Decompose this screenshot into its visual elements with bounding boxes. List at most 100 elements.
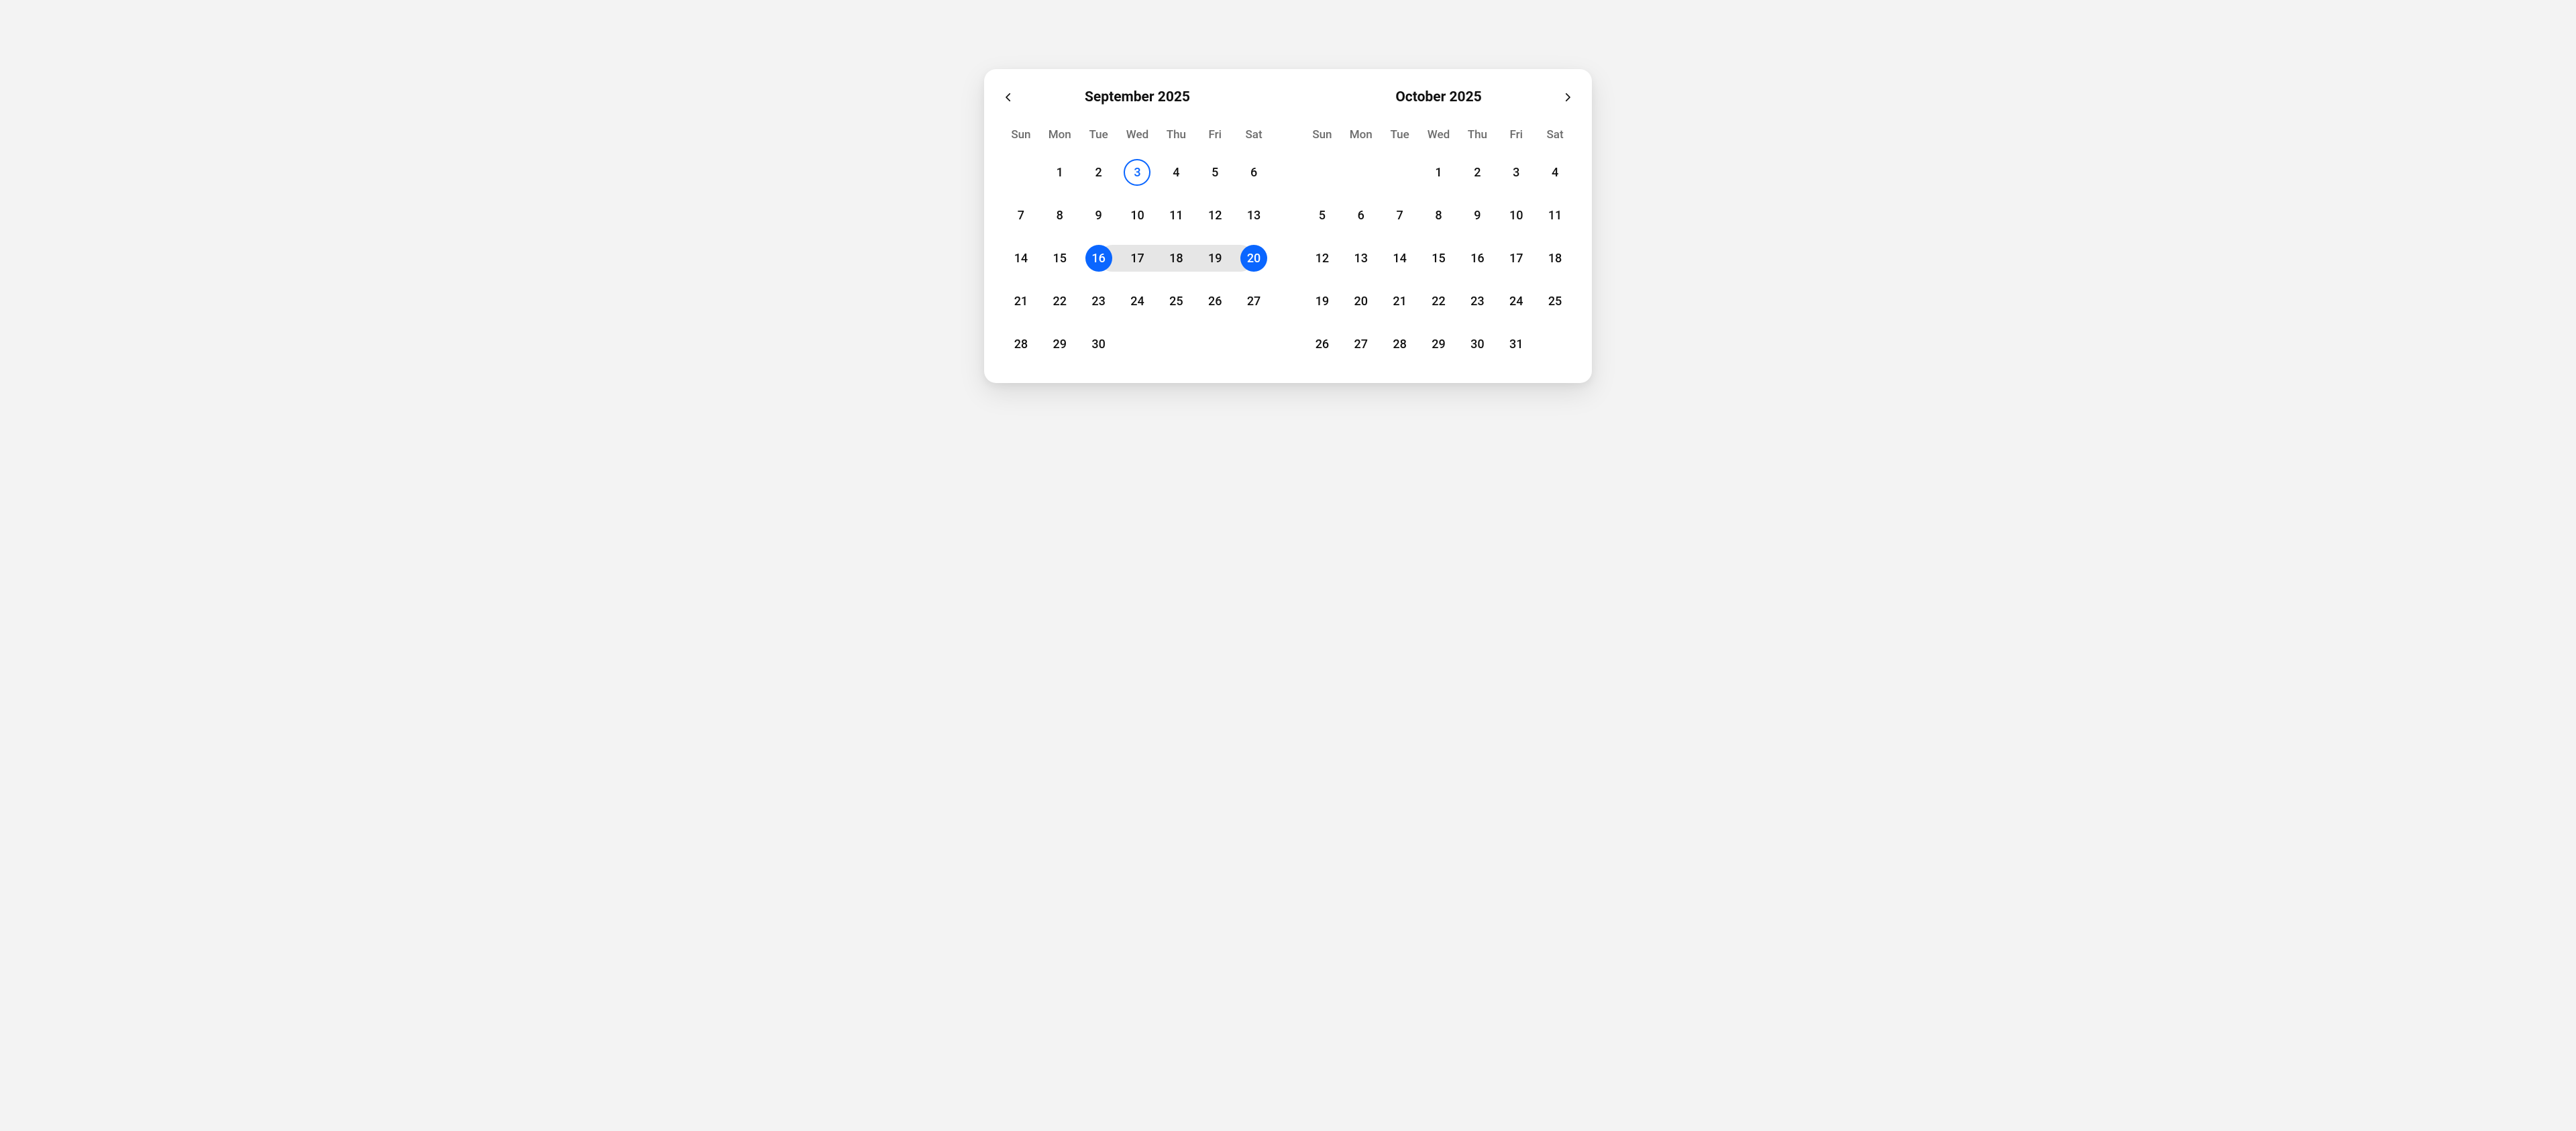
prev-month-button[interactable] <box>998 87 1019 108</box>
calendar-day-1[interactable]: 1 <box>1040 151 1079 194</box>
calendar-day-19[interactable]: 19 <box>1195 237 1234 280</box>
calendar-day-23[interactable]: 23 <box>1458 280 1497 323</box>
calendar-day-27[interactable]: 27 <box>1234 280 1273 323</box>
calendar-day-label: 25 <box>1163 288 1189 315</box>
calendar-day-label: 15 <box>1046 245 1073 272</box>
calendar-day-6[interactable]: 6 <box>1342 194 1381 237</box>
calendar-day-label: 28 <box>1387 331 1413 358</box>
calendar-day-10[interactable]: 10 <box>1497 194 1536 237</box>
calendar-week-row: 1213141516 17 18 <box>1303 237 1574 280</box>
calendar-day-label: 3 <box>1503 159 1529 186</box>
calendar-day-label: 3 <box>1124 159 1150 186</box>
calendar-day-3[interactable]: 3 <box>1497 151 1536 194</box>
calendar-day-7[interactable]: 7 <box>1381 194 1419 237</box>
calendar-day-29[interactable]: 29 <box>1419 323 1458 366</box>
calendar-day-9[interactable]: 9 <box>1079 194 1118 237</box>
calendar-day-17[interactable]: 17 <box>1497 237 1536 280</box>
calendar-day-1[interactable]: 1 <box>1419 151 1458 194</box>
calendar-day-label: 29 <box>1046 331 1073 358</box>
page-background: September 2025SunMonTueWedThuFriSat12345… <box>773 0 1803 452</box>
weekday-row: SunMonTueWedThuFriSat <box>1002 124 1273 146</box>
calendar-day-5[interactable]: 5 <box>1195 151 1234 194</box>
calendar-day-19[interactable]: 19 <box>1303 280 1342 323</box>
calendar-day-label: 8 <box>1046 202 1073 229</box>
calendar-day-26[interactable]: 26 <box>1303 323 1342 366</box>
calendar-day-14[interactable]: 14 <box>1002 237 1040 280</box>
calendar-day-label: 17 <box>1503 245 1529 272</box>
calendar-day-31[interactable]: 31 <box>1497 323 1536 366</box>
calendar-day-label: 2 <box>1464 159 1491 186</box>
calendar-day-12[interactable]: 12 <box>1303 237 1342 280</box>
calendar-day-label: 18 <box>1542 245 1568 272</box>
calendar-day-empty <box>1303 151 1342 194</box>
calendar-day-17[interactable]: 17 <box>1118 237 1157 280</box>
calendar-day-22[interactable]: 22 <box>1040 280 1079 323</box>
calendar-day-12[interactable]: 12 <box>1195 194 1234 237</box>
calendar-day-18[interactable]: 18 <box>1157 237 1195 280</box>
weekday-row: SunMonTueWedThuFriSat <box>1303 124 1574 146</box>
calendar-day-label: 16 <box>1464 245 1491 272</box>
calendar-day-25[interactable]: 25 <box>1536 280 1574 323</box>
calendar-day-7[interactable]: 7 <box>1002 194 1040 237</box>
calendar-day-11[interactable]: 11 <box>1536 194 1574 237</box>
calendar-day-13[interactable]: 13 <box>1342 237 1381 280</box>
calendar-day-label: 20 <box>1240 245 1267 272</box>
calendar-day-20[interactable]: 20 <box>1342 280 1381 323</box>
calendar-day-9[interactable]: 9 <box>1458 194 1497 237</box>
calendar-day-label: 4 <box>1542 159 1568 186</box>
calendar-day-label: 12 <box>1201 202 1228 229</box>
calendar-day-13[interactable]: 13 <box>1234 194 1273 237</box>
calendar-day-empty <box>1195 323 1234 366</box>
calendar-day-30[interactable]: 30 <box>1458 323 1497 366</box>
calendar-day-4[interactable]: 4 <box>1536 151 1574 194</box>
calendar-day-23[interactable]: 23 <box>1079 280 1118 323</box>
calendar-day-16[interactable]: 16 <box>1458 237 1497 280</box>
calendar-day-label: 2 <box>1085 159 1112 186</box>
calendar-day-25[interactable]: 25 <box>1157 280 1195 323</box>
calendar-day-label: 21 <box>1387 288 1413 315</box>
calendar-day-2[interactable]: 2 <box>1458 151 1497 194</box>
calendar-day-29[interactable]: 29 <box>1040 323 1079 366</box>
calendar-week-row: 1415 16171819 20 <box>1002 237 1273 280</box>
calendar-day-20[interactable]: 20 <box>1234 237 1273 280</box>
calendar-day-label: 11 <box>1542 202 1568 229</box>
calendar-day-3[interactable]: 3 <box>1118 151 1157 194</box>
calendar-day-24[interactable]: 24 <box>1497 280 1536 323</box>
calendar-day-21[interactable]: 21 <box>1381 280 1419 323</box>
calendar-day-15[interactable]: 15 <box>1419 237 1458 280</box>
calendar-day-21[interactable]: 21 <box>1002 280 1040 323</box>
calendar-day-label: 9 <box>1085 202 1112 229</box>
calendar-day-2[interactable]: 2 <box>1079 151 1118 194</box>
month-title: October 2025 <box>1395 89 1481 105</box>
weekday-label: Mon <box>1040 124 1079 146</box>
calendar-day-11[interactable]: 11 <box>1157 194 1195 237</box>
calendar-day-label: 21 <box>1008 288 1034 315</box>
calendar-day-6[interactable]: 6 <box>1234 151 1273 194</box>
calendar-day-16[interactable]: 16 <box>1079 237 1118 280</box>
calendar-day-10[interactable]: 10 <box>1118 194 1157 237</box>
calendar-day-28[interactable]: 28 <box>1381 323 1419 366</box>
calendar-day-label: 4 <box>1163 159 1189 186</box>
calendar-day-8[interactable]: 8 <box>1419 194 1458 237</box>
calendar-day-8[interactable]: 8 <box>1040 194 1079 237</box>
calendar-day-22[interactable]: 22 <box>1419 280 1458 323</box>
calendar-day-26[interactable]: 26 <box>1195 280 1234 323</box>
calendar-day-24[interactable]: 24 <box>1118 280 1157 323</box>
calendar-day-label: 19 <box>1201 245 1228 272</box>
calendar-day-18[interactable]: 18 <box>1536 237 1574 280</box>
calendar-day-14[interactable]: 14 <box>1381 237 1419 280</box>
calendar-day-label: 13 <box>1240 202 1267 229</box>
calendar-day-label: 16 <box>1085 245 1112 272</box>
next-month-button[interactable] <box>1557 87 1578 108</box>
weekday-label: Thu <box>1157 124 1195 146</box>
calendar-day-30[interactable]: 30 <box>1079 323 1118 366</box>
calendar-day-label: 14 <box>1387 245 1413 272</box>
calendar-day-label: 10 <box>1503 202 1529 229</box>
calendar-day-15[interactable]: 15 <box>1040 237 1079 280</box>
calendar-day-empty <box>1002 151 1040 194</box>
calendar-day-4[interactable]: 4 <box>1157 151 1195 194</box>
calendar-day-5[interactable]: 5 <box>1303 194 1342 237</box>
calendar-day-27[interactable]: 27 <box>1342 323 1381 366</box>
calendar-day-label: 12 <box>1309 245 1336 272</box>
calendar-day-28[interactable]: 28 <box>1002 323 1040 366</box>
